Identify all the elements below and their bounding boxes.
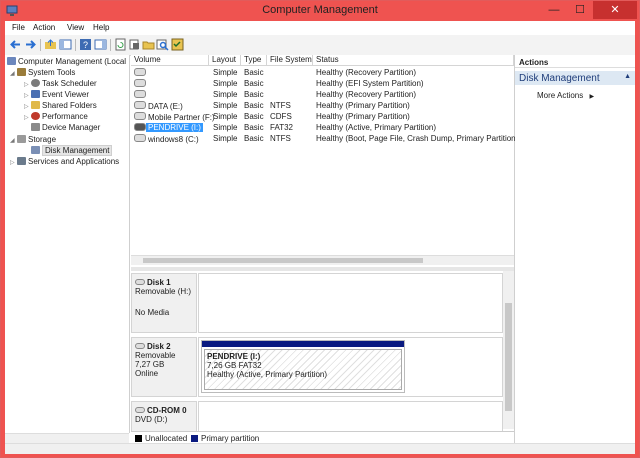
cd-drive-icon <box>134 112 146 120</box>
actions-section-disk-management[interactable]: Disk Management ▲ <box>515 71 635 85</box>
search-icon[interactable] <box>156 38 169 51</box>
tree-item-computer-management[interactable]: Computer Management (Local <box>7 57 126 68</box>
drive-icon <box>134 79 146 87</box>
disk-1-label[interactable]: Disk 1 Removable (H:) No Media <box>131 273 197 333</box>
expand-arrow-icon[interactable]: ▷ <box>24 92 31 99</box>
menu-help[interactable]: Help <box>93 23 109 32</box>
partition-details: PENDRIVE (I:) 7,26 GB FAT32 Healthy (Act… <box>204 349 402 390</box>
show-hide-tree-icon[interactable] <box>59 38 72 51</box>
open-folder-icon[interactable] <box>142 38 155 51</box>
disk-management-icon <box>31 146 40 154</box>
clock-icon <box>31 79 40 87</box>
tree-item-task-scheduler[interactable]: ▷ Task Scheduler <box>24 79 97 90</box>
window: Computer Management — ☐ ✕ File Action Vi… <box>0 0 640 458</box>
chevron-right-icon: ▶ <box>589 94 595 100</box>
tree-item-performance[interactable]: ▷ Performance <box>24 112 88 123</box>
partition-pendrive[interactable]: PENDRIVE (I:) 7,26 GB FAT32 Healthy (Act… <box>201 340 405 393</box>
more-actions-link[interactable]: More Actions ▶ <box>537 91 594 100</box>
maximize-button[interactable]: ☐ <box>567 1 593 19</box>
unallocated-swatch <box>135 435 142 442</box>
back-arrow-icon[interactable] <box>9 38 22 51</box>
tree-item-system-tools[interactable]: ◢ System Tools <box>10 68 75 79</box>
cd-icon <box>135 407 145 413</box>
column-header-type[interactable]: Type <box>241 55 267 66</box>
storage-icon <box>17 135 26 143</box>
tree-item-services-applications[interactable]: ▷ Services and Applications <box>10 157 119 168</box>
column-header-status[interactable]: Status <box>313 55 514 66</box>
title-bar[interactable]: Computer Management — ☐ ✕ <box>1 1 639 21</box>
tools-icon <box>17 68 26 76</box>
toolbar-separator <box>75 39 76 51</box>
tree-item-event-viewer[interactable]: ▷ Event Viewer <box>24 90 89 101</box>
toolbar-separator <box>40 39 41 51</box>
menu-bar: File Action View Help <box>5 21 635 35</box>
help-icon[interactable]: ? <box>79 38 92 51</box>
tree-item-shared-folders[interactable]: ▷ Shared Folders <box>24 101 97 112</box>
toolbar-separator <box>110 39 111 51</box>
volume-row[interactable]: Simple Basic Healthy (Recovery Partition… <box>131 67 514 78</box>
status-bar <box>5 443 635 454</box>
expand-arrow-icon[interactable]: ▷ <box>24 114 31 121</box>
expand-arrow-icon[interactable]: ▷ <box>10 159 17 166</box>
shared-folder-icon <box>31 101 40 109</box>
performance-icon <box>31 112 40 120</box>
volume-row[interactable]: Simple Basic Healthy (EFI System Partiti… <box>131 78 514 89</box>
column-header-volume[interactable]: Volume <box>131 55 209 66</box>
close-button[interactable]: ✕ <box>593 1 637 19</box>
column-header-file-system[interactable]: File System <box>267 55 313 66</box>
collapse-arrow-icon[interactable]: ◢ <box>10 137 17 144</box>
menu-action[interactable]: Action <box>33 23 55 32</box>
properties-icon[interactable] <box>128 38 141 51</box>
services-icon <box>17 157 26 165</box>
expand-arrow-icon[interactable]: ▷ <box>24 103 31 110</box>
menu-file[interactable]: File <box>12 23 25 32</box>
svg-text:?: ? <box>83 40 88 50</box>
forward-arrow-icon[interactable] <box>24 38 37 51</box>
tree-item-disk-management[interactable]: Disk Management <box>31 145 113 157</box>
scrollbar-thumb[interactable] <box>505 303 512 411</box>
primary-partition-bar <box>202 341 404 347</box>
refresh-icon[interactable] <box>114 38 127 51</box>
primary-partition-swatch <box>191 435 198 442</box>
menu-view[interactable]: View <box>67 23 84 32</box>
tree-item-device-manager[interactable]: Device Manager <box>31 123 100 134</box>
disk-graphical-view: Disk 1 Removable (H:) No Media Disk 2 Re… <box>131 271 503 447</box>
drive-icon <box>134 101 146 109</box>
collapse-arrow-icon[interactable]: ◢ <box>10 70 17 77</box>
show-action-pane-icon[interactable] <box>94 38 107 51</box>
disk-1-body <box>198 273 503 333</box>
console-tree: Computer Management (Local ◢ System Tools… <box>5 55 130 433</box>
volume-row[interactable]: Mobile Partner (F:) Simple Basic CDFS He… <box>131 111 514 122</box>
disk-2-label[interactable]: Disk 2 Removable 7,27 GB Online <box>131 337 197 397</box>
drive-icon <box>134 68 146 76</box>
drive-icon <box>134 134 146 142</box>
minimize-button[interactable]: — <box>541 1 567 19</box>
usb-drive-icon <box>134 123 146 131</box>
checklist-icon[interactable] <box>171 38 184 51</box>
scrollbar-thumb[interactable] <box>143 258 423 263</box>
toolbar: ? <box>5 35 635 56</box>
drive-icon <box>134 90 146 98</box>
volume-row[interactable]: DATA (E:) Simple Basic NTFS Healthy (Pri… <box>131 100 514 111</box>
collapse-up-icon[interactable]: ▲ <box>624 73 631 80</box>
volume-list-horizontal-scrollbar[interactable] <box>131 255 514 265</box>
disk-management-view: Volume Layout Type File System Status Si… <box>131 55 518 447</box>
event-viewer-icon <box>31 90 40 98</box>
volume-row[interactable]: windows8 (C:) Simple Basic NTFS Healthy … <box>131 133 518 144</box>
actions-pane: Actions Disk Management ▲ More Actions ▶ <box>515 55 635 443</box>
device-manager-icon <box>31 123 40 131</box>
volume-row-selected[interactable]: PENDRIVE (I:) Simple Basic FAT32 Healthy… <box>131 122 514 133</box>
volume-row[interactable]: Simple Basic Healthy (Recovery Partition… <box>131 89 514 100</box>
column-header-layout[interactable]: Layout <box>209 55 241 66</box>
client-area: File Action View Help ? Computer Managem… <box>5 21 635 454</box>
expand-arrow-icon[interactable]: ▷ <box>24 81 31 88</box>
disk-icon <box>135 279 145 285</box>
computer-icon <box>7 57 16 65</box>
disk-icon <box>135 343 145 349</box>
up-folder-icon[interactable] <box>44 38 57 51</box>
actions-header: Actions <box>515 55 635 68</box>
disk-view-vertical-scrollbar[interactable] <box>503 271 514 429</box>
disk-2-body: PENDRIVE (I:) 7,26 GB FAT32 Healthy (Act… <box>198 337 503 397</box>
